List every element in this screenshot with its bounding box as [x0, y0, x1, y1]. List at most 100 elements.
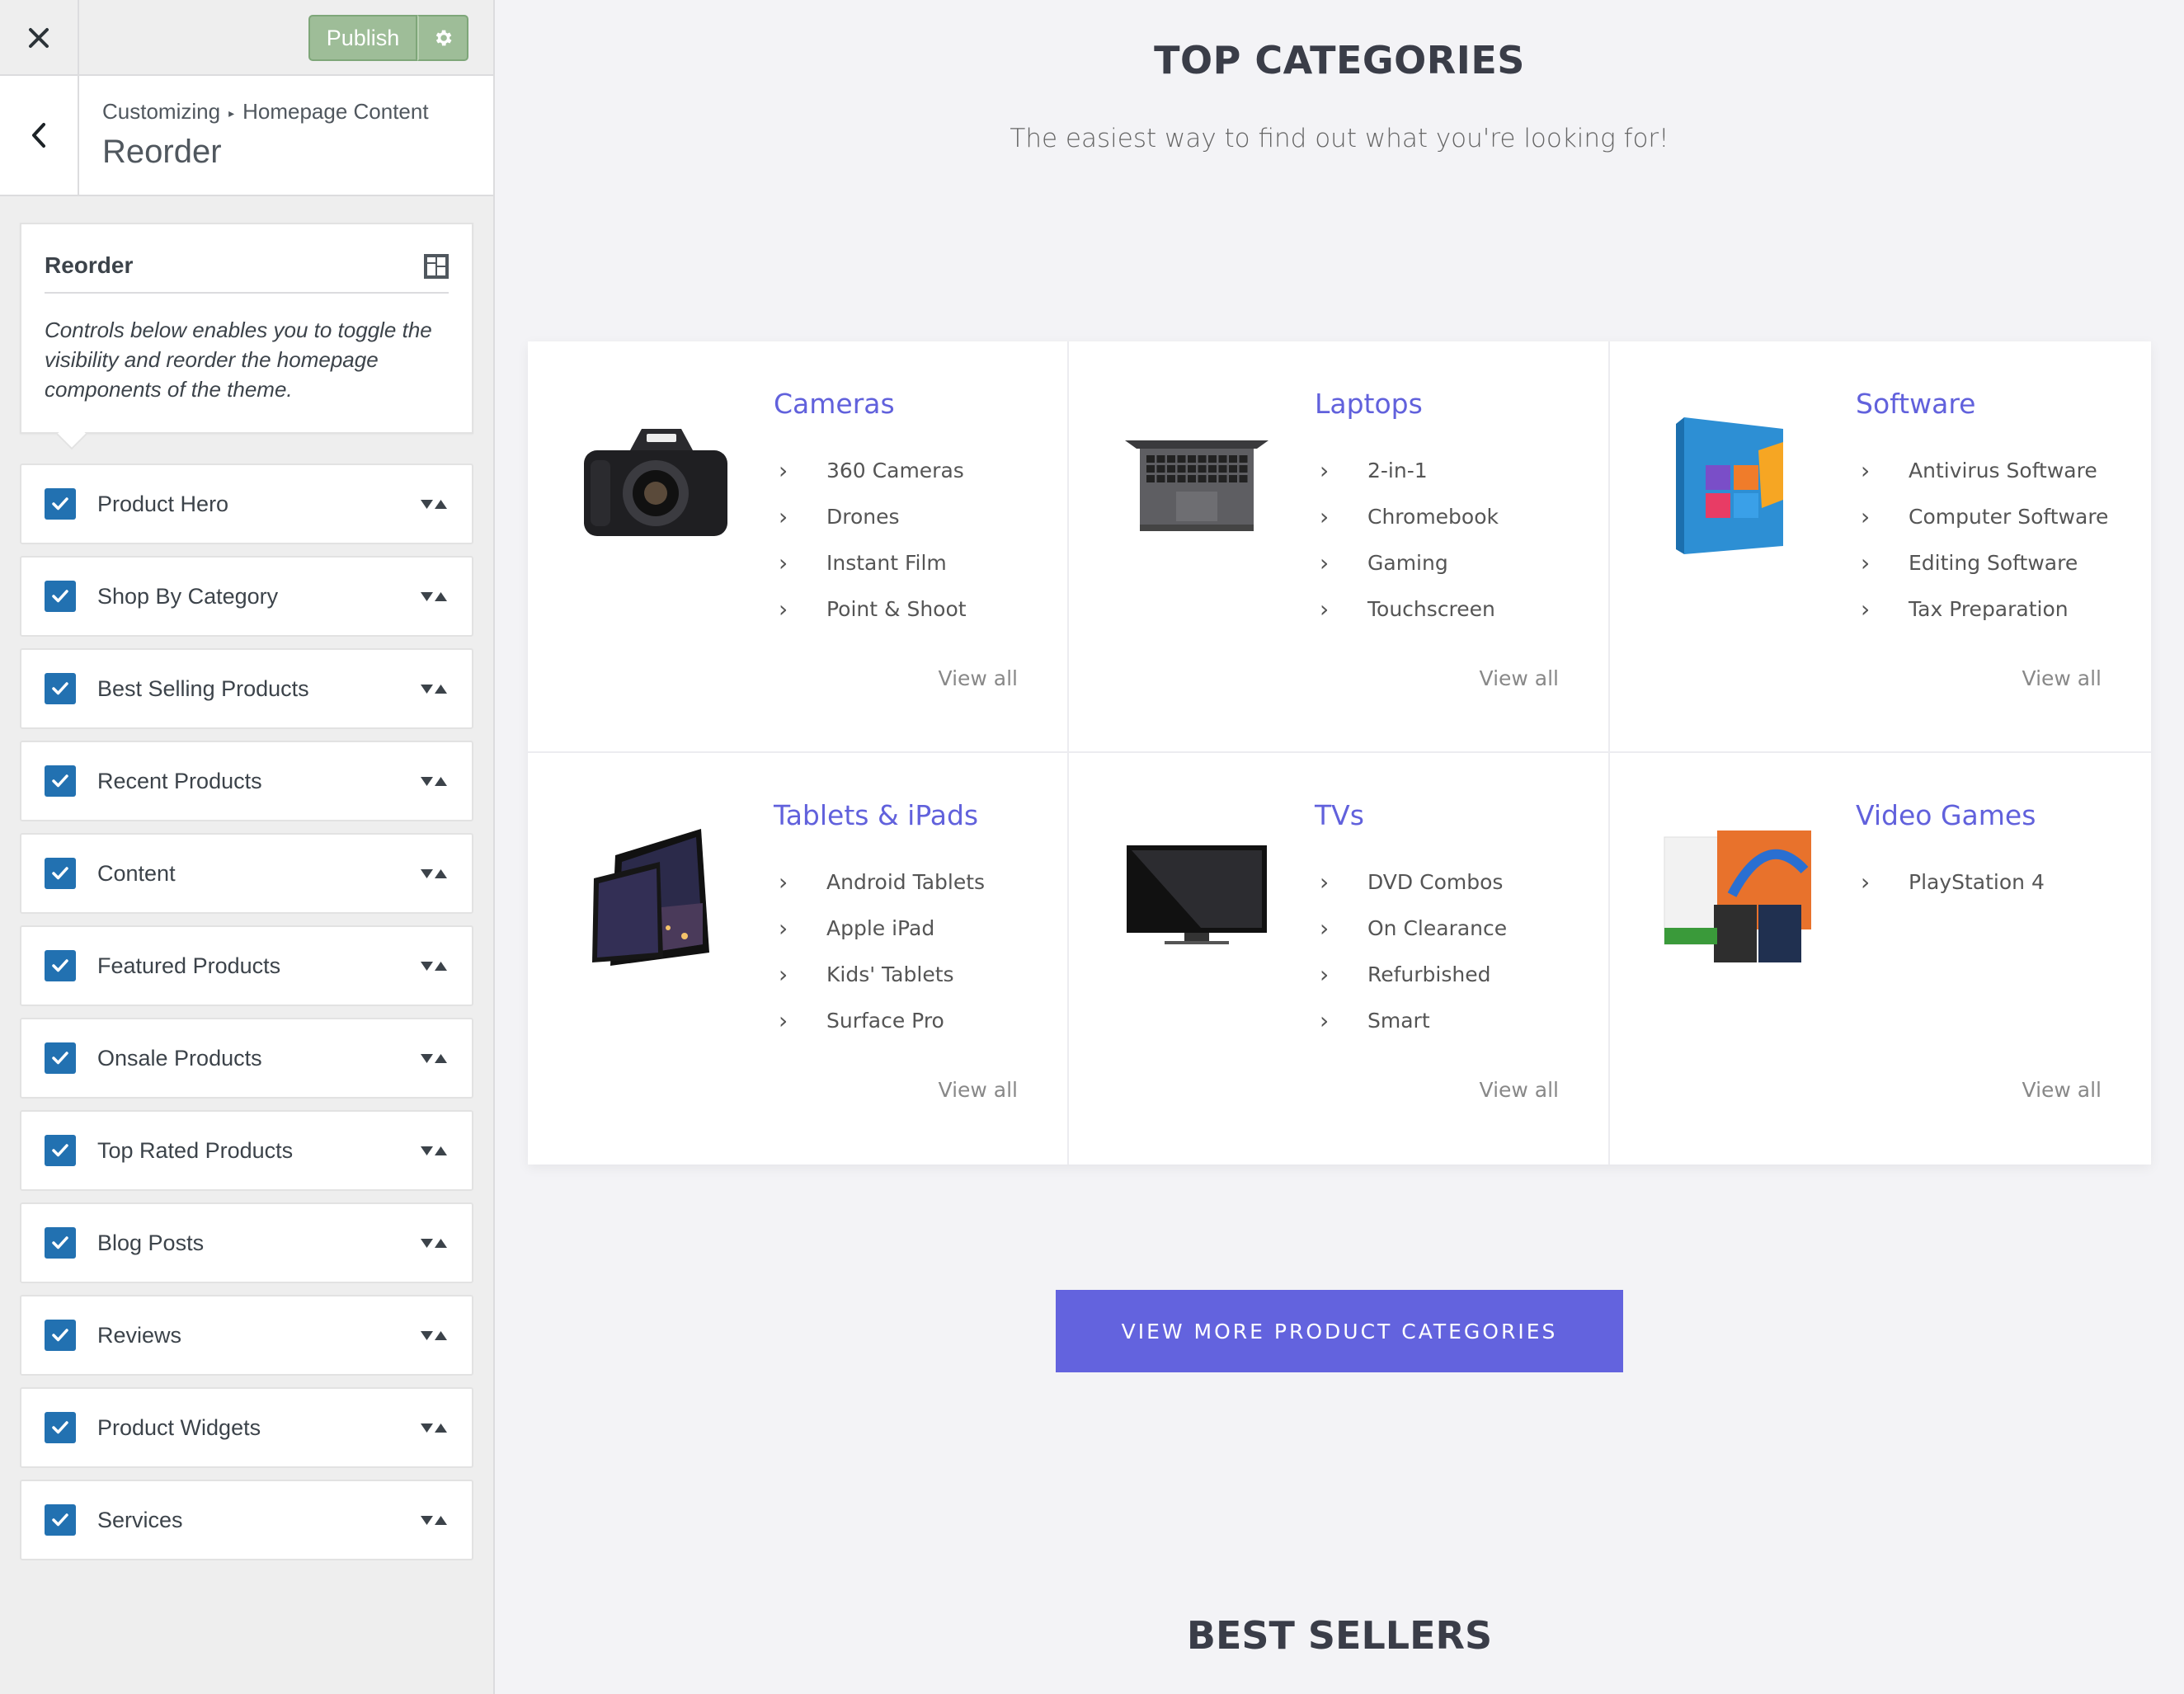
reorder-item[interactable]: Top Rated Products — [20, 1110, 473, 1191]
subcategory-link[interactable]: › Tax Preparation — [1856, 586, 2108, 632]
subcategory-link[interactable]: › Editing Software — [1856, 539, 2108, 586]
subcategory-link[interactable]: › Instant Film — [774, 539, 967, 586]
close-icon[interactable] — [0, 0, 79, 76]
reorder-arrows-icon[interactable] — [419, 495, 449, 515]
reorder-item[interactable]: Product Widgets — [20, 1387, 473, 1468]
reorder-arrows-icon[interactable] — [419, 864, 449, 884]
subcategory-label: Tax Preparation — [1909, 596, 2069, 621]
category-card: Video Games › PlayStation 4 View all — [1610, 753, 2151, 1165]
category-card: Software › Antivirus Software › Computer Sof… — [1610, 341, 2151, 753]
reorder-arrows-icon[interactable] — [419, 1141, 449, 1161]
reorder-item[interactable]: Best Selling Products — [20, 648, 473, 729]
category-card: Laptops › 2-in-1 › Chromebook › Gaming › Touchsc… — [1069, 341, 1610, 753]
publish-button[interactable]: Publish — [308, 15, 417, 61]
subcategory-label: Antivirus Software — [1909, 458, 2097, 482]
subcategory-link[interactable]: › Refurbished — [1315, 951, 1507, 997]
section-heading: TOP CATEGORIES — [1154, 38, 1525, 82]
reorder-item[interactable]: Reviews — [20, 1295, 473, 1376]
subcategory-link[interactable]: › Drones — [774, 493, 967, 539]
category-title-link[interactable]: TVs — [1315, 799, 1364, 831]
reorder-item[interactable]: Product Hero — [20, 463, 473, 544]
software-box-icon[interactable] — [1659, 401, 1816, 558]
visibility-checkbox[interactable] — [45, 488, 76, 520]
subcategory-link[interactable]: › Touchscreen — [1315, 586, 1499, 632]
subcategory-link[interactable]: › Chromebook — [1315, 493, 1499, 539]
view-all-link[interactable]: View all — [1480, 666, 1559, 690]
reorder-item[interactable]: Shop By Category — [20, 556, 473, 637]
category-title-link[interactable]: Laptops — [1315, 388, 1423, 420]
camera-icon[interactable] — [577, 401, 734, 558]
visibility-checkbox[interactable] — [45, 1042, 76, 1074]
reorder-item[interactable]: Services — [20, 1480, 473, 1560]
category-title-link[interactable]: Cameras — [774, 388, 895, 420]
subcategory-link[interactable]: › Gaming — [1315, 539, 1499, 586]
reorder-arrows-icon[interactable] — [419, 587, 449, 607]
subcategory-link[interactable]: › Kids' Tablets — [774, 951, 985, 997]
reorder-item[interactable]: Content — [20, 833, 473, 914]
view-all-link[interactable]: View all — [939, 666, 1018, 690]
chevron-right-icon: › — [779, 456, 788, 484]
reorder-arrows-icon[interactable] — [419, 1234, 449, 1254]
subcategory-label: Point & Shoot — [826, 596, 967, 621]
laptop-icon[interactable] — [1118, 401, 1275, 558]
subcategory-list: › PlayStation 4 — [1856, 859, 2045, 905]
back-arrow-icon[interactable] — [0, 76, 79, 195]
subcategory-link[interactable]: › Surface Pro — [774, 997, 985, 1043]
subcategory-label: 2-in-1 — [1367, 458, 1428, 482]
reorder-item[interactable]: Onsale Products — [20, 1018, 473, 1099]
view-more-categories-button[interactable]: VIEW MORE PRODUCT CATEGORIES — [1056, 1290, 1623, 1372]
subcategory-link[interactable]: › PlayStation 4 — [1856, 859, 2045, 905]
visibility-checkbox[interactable] — [45, 858, 76, 889]
chevron-right-icon: › — [1320, 502, 1330, 530]
subcategory-link[interactable]: › 2-in-1 — [1315, 447, 1499, 493]
visibility-checkbox[interactable] — [45, 1135, 76, 1166]
subcategory-link[interactable]: › Point & Shoot — [774, 586, 967, 632]
visibility-checkbox[interactable] — [45, 1320, 76, 1351]
category-title-link[interactable]: Tablets & iPads — [774, 799, 978, 831]
reorder-arrows-icon[interactable] — [419, 1326, 449, 1346]
chevron-right-icon: › — [1320, 868, 1330, 896]
subcategory-link[interactable]: › Android Tablets — [774, 859, 985, 905]
view-all-link[interactable]: View all — [2022, 666, 2102, 690]
category-grid: Cameras › 360 Cameras › Drones › Instant Film ›… — [528, 341, 2151, 1165]
reorder-item[interactable]: Featured Products — [20, 925, 473, 1006]
visibility-checkbox[interactable] — [45, 673, 76, 704]
subcategory-link[interactable]: › On Clearance — [1315, 905, 1507, 951]
visibility-checkbox[interactable] — [45, 1227, 76, 1259]
subcategory-link[interactable]: › Apple iPad — [774, 905, 985, 951]
reorder-item[interactable]: Blog Posts — [20, 1202, 473, 1283]
visibility-checkbox[interactable] — [45, 581, 76, 612]
visibility-checkbox[interactable] — [45, 950, 76, 981]
subcategory-link[interactable]: › Antivirus Software — [1856, 447, 2108, 493]
subcategory-link[interactable]: › DVD Combos — [1315, 859, 1507, 905]
category-title-link[interactable]: Video Games — [1856, 799, 2036, 831]
gear-icon[interactable] — [417, 15, 468, 61]
tv-icon[interactable] — [1118, 812, 1275, 969]
visibility-checkbox[interactable] — [45, 1504, 76, 1536]
visibility-checkbox[interactable] — [45, 1412, 76, 1443]
game-console-icon[interactable] — [1659, 812, 1816, 969]
reorder-item-label: Product Hero — [97, 491, 229, 516]
subcategory-link[interactable]: › Computer Software — [1856, 493, 2108, 539]
subcategory-link[interactable]: › Smart — [1315, 997, 1507, 1043]
reorder-arrows-icon[interactable] — [419, 1419, 449, 1438]
reorder-arrows-icon[interactable] — [419, 772, 449, 792]
info-description: Controls below enables you to toggle the… — [45, 318, 432, 402]
info-title: Reorder — [45, 252, 134, 278]
visibility-checkbox[interactable] — [45, 765, 76, 797]
reorder-arrows-icon[interactable] — [419, 1049, 449, 1069]
subcategory-link[interactable]: › 360 Cameras — [774, 447, 967, 493]
category-card: Tablets & iPads › Android Tablets › Apple iP… — [528, 753, 1069, 1165]
reorder-item-label: Services — [97, 1507, 183, 1532]
view-all-link[interactable]: View all — [939, 1078, 1018, 1102]
reorder-item[interactable]: Recent Products — [20, 741, 473, 821]
subcategory-list: › Antivirus Software › Computer Software › Ed… — [1856, 447, 2108, 632]
tablet-icon[interactable] — [577, 812, 734, 969]
subcategory-label: Android Tablets — [826, 869, 986, 894]
reorder-arrows-icon[interactable] — [419, 1511, 449, 1531]
view-all-link[interactable]: View all — [2022, 1078, 2102, 1102]
reorder-arrows-icon[interactable] — [419, 957, 449, 976]
view-all-link[interactable]: View all — [1480, 1078, 1559, 1102]
category-title-link[interactable]: Software — [1856, 388, 1975, 420]
reorder-arrows-icon[interactable] — [419, 680, 449, 699]
